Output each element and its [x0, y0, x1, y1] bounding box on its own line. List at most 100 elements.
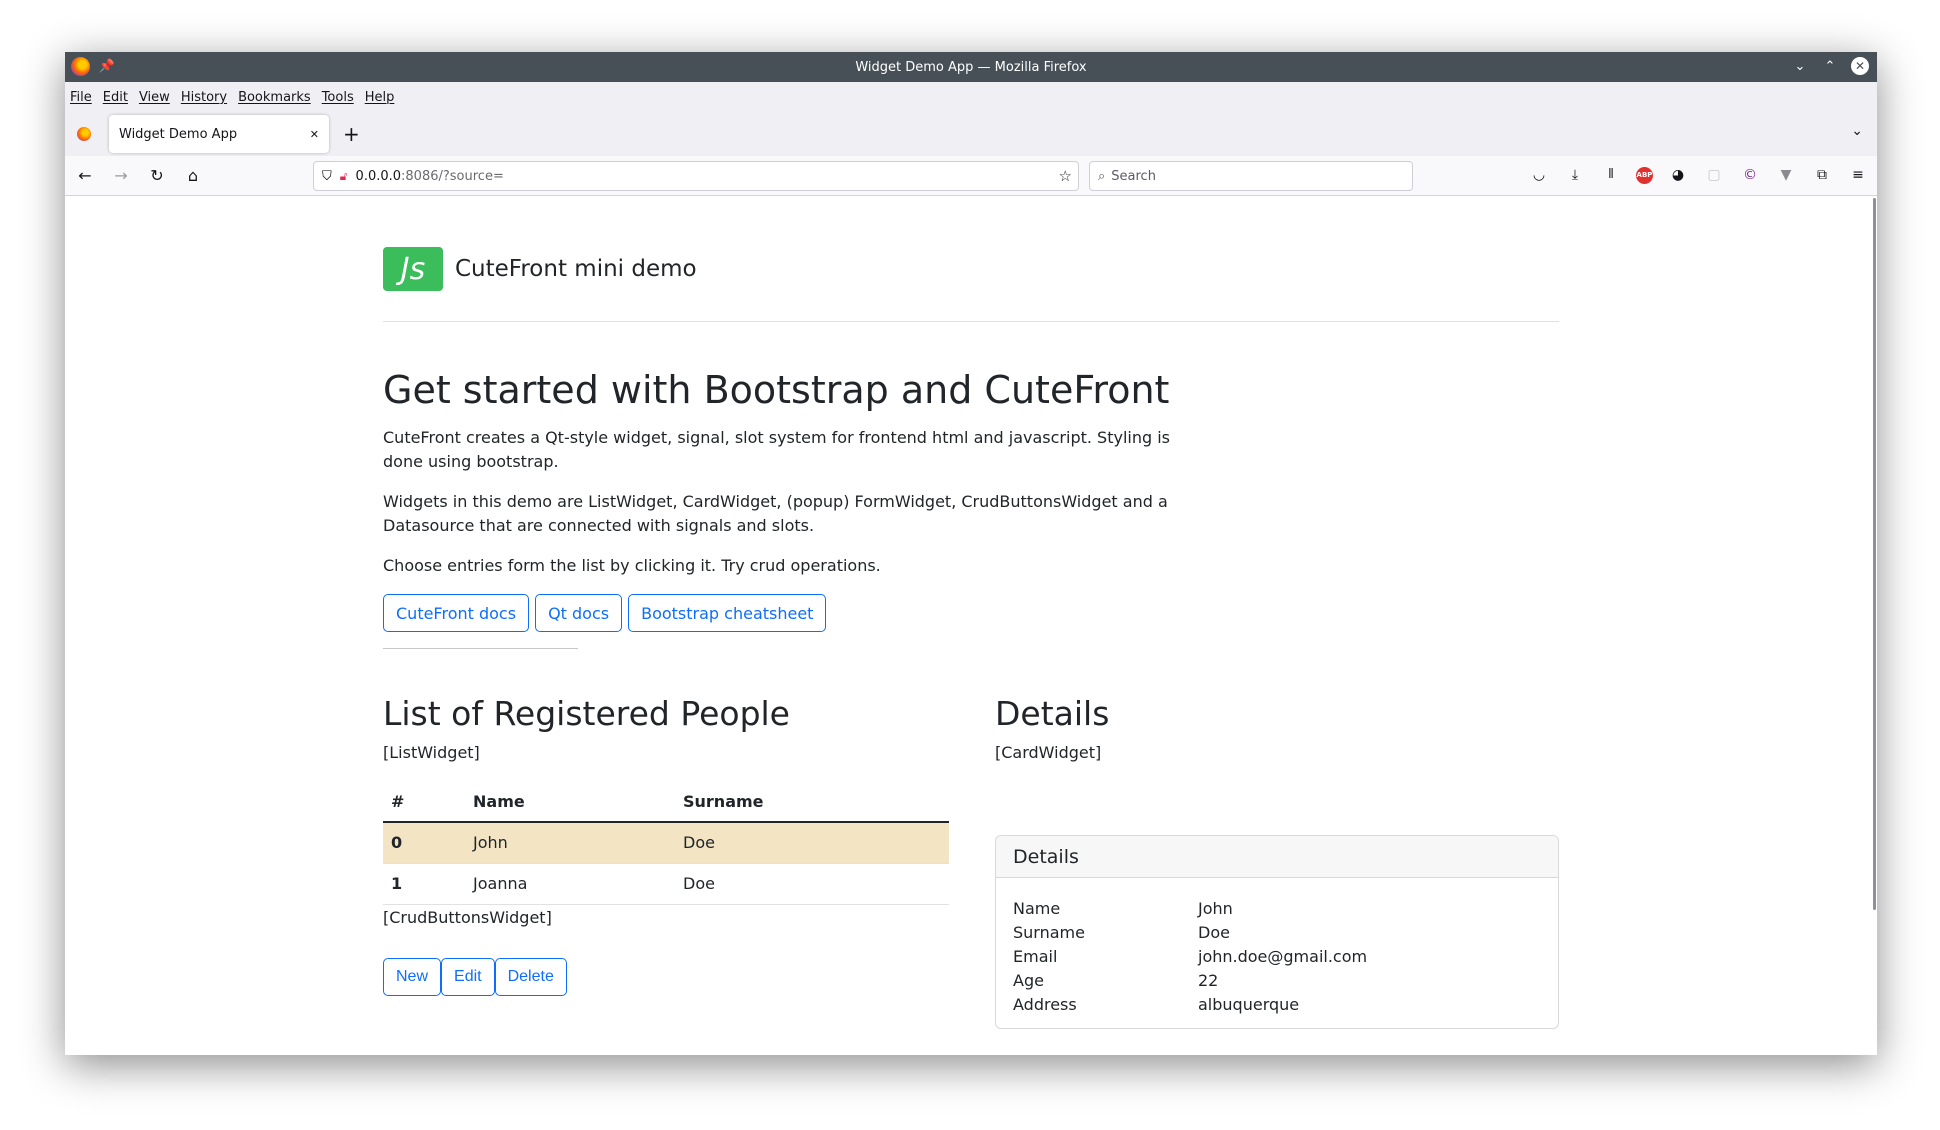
menu-help[interactable]: Help [365, 90, 395, 105]
extension-glasses-icon[interactable]: ◕ [1667, 164, 1689, 186]
intro-paragraph-3: Choose entries form the list by clicking… [383, 556, 881, 575]
crud-widget-tag: [CrudButtonsWidget] [383, 908, 552, 927]
browser-window: 📌 Widget Demo App — Mozilla Firefox ⌄ ⌃ … [65, 52, 1877, 1055]
navbar: ← → ↻ ⌂ ⛉ 🔓︎ 0.0.0.0:8086/?source= ☆ ⌕ S… [65, 156, 1877, 196]
page-heading: Get started with Bootstrap and CuteFront [383, 368, 1170, 412]
search-placeholder: Search [1111, 168, 1156, 184]
menubar: File Edit View History Bookmarks Tools H… [65, 82, 1877, 112]
maximize-icon[interactable]: ⌃ [1821, 57, 1839, 75]
tab-title: Widget Demo App [119, 126, 238, 142]
menu-bookmarks[interactable]: Bookmarks [238, 90, 311, 105]
table-row[interactable]: 0 John Doe [383, 822, 949, 864]
list-widget-tag: [ListWidget] [383, 743, 480, 762]
new-button[interactable]: New [383, 958, 442, 996]
table-header-row: # Name Surname [383, 782, 949, 823]
row-surname: Doe [675, 863, 949, 905]
menu-view[interactable]: View [139, 90, 170, 105]
brand-title: CuteFront mini demo [455, 256, 697, 282]
page-content: Js CuteFront mini demo Get started with … [65, 196, 1877, 1055]
row-num: 1 [383, 863, 465, 905]
menu-history[interactable]: History [181, 90, 227, 105]
brand[interactable]: Js CuteFront mini demo [383, 247, 697, 291]
row-num: 0 [383, 822, 465, 864]
extension-copyright-icon[interactable]: © [1739, 164, 1761, 186]
pocket-icon[interactable]: ◡ [1528, 164, 1550, 186]
tab-close-icon[interactable]: ✕ [310, 128, 319, 141]
url-path: :8086/?source= [401, 168, 504, 184]
adblock-icon[interactable]: ABP [1636, 166, 1653, 184]
list-heading: List of Registered People [383, 694, 790, 733]
window-title: Widget Demo App — Mozilla Firefox [855, 59, 1087, 75]
crud-buttons: New Edit Delete [383, 958, 567, 996]
firefox-logo-icon [71, 57, 90, 76]
details-heading: Details [995, 694, 1110, 733]
detail-row-email: Email john.doe@gmail.com [1013, 945, 1541, 969]
close-window-icon[interactable]: ✕ [1851, 57, 1869, 75]
detail-key: Age [1013, 971, 1044, 990]
detail-value: 22 [1198, 971, 1219, 990]
card-header: Details [996, 836, 1558, 878]
toolbar-icons: ◡ ⤓ 𝍪 ABP ◕ ▢ © ▼ ⧉ ≡ [1528, 164, 1869, 186]
table-row[interactable]: 1 Joanna Doe [383, 863, 949, 905]
extensions-puzzle-icon[interactable]: ⧉ [1811, 164, 1833, 186]
minimize-icon[interactable]: ⌄ [1791, 57, 1809, 75]
detail-key: Address [1013, 995, 1077, 1014]
detail-value: Doe [1198, 923, 1230, 942]
app-menu-icon[interactable]: ≡ [1847, 164, 1869, 186]
column-header-surname: Surname [675, 782, 949, 823]
window-titlebar: 📌 Widget Demo App — Mozilla Firefox ⌄ ⌃ … [65, 52, 1877, 82]
card-body: Name John Surname Doe Email john.doe@gma… [996, 878, 1558, 1028]
docs-links: CuteFront docs Qt docs Bootstrap cheatsh… [383, 594, 827, 632]
shield-icon[interactable]: ⛉ [322, 169, 332, 184]
detail-value: john.doe@gmail.com [1198, 947, 1368, 966]
row-name: John [465, 822, 675, 864]
menu-edit[interactable]: Edit [103, 90, 128, 105]
detail-row-surname: Surname Doe [1013, 921, 1541, 945]
home-icon[interactable]: ⌂ [175, 166, 211, 185]
tab-widget-demo-app[interactable]: Widget Demo App ✕ [109, 115, 329, 153]
column-header-name: Name [465, 782, 675, 823]
list-all-tabs-icon[interactable]: ⌄ [1851, 123, 1863, 139]
back-icon[interactable]: ← [67, 166, 103, 185]
search-icon: ⌕ [1098, 168, 1106, 184]
row-surname: Doe [675, 822, 949, 864]
column-header-num: # [383, 782, 465, 823]
search-input[interactable]: ⌕ Search [1089, 161, 1413, 191]
cutefront-docs-button[interactable]: CuteFront docs [383, 594, 530, 632]
detail-key: Surname [1013, 923, 1085, 942]
detail-row-name: Name John [1013, 897, 1541, 921]
download-icon[interactable]: ⤓ [1564, 164, 1586, 186]
detail-key: Name [1013, 899, 1061, 918]
edit-button[interactable]: Edit [441, 958, 495, 996]
tabbar: Widget Demo App ✕ + ⌄ [65, 112, 1877, 156]
row-name: Joanna [465, 863, 675, 905]
detail-value: John [1198, 899, 1233, 918]
detail-row-age: Age 22 [1013, 969, 1541, 993]
bootstrap-cheatsheet-button[interactable]: Bootstrap cheatsheet [628, 594, 827, 632]
firefox-view-icon[interactable] [77, 127, 91, 141]
detail-row-address: Address albuquerque [1013, 993, 1541, 1017]
details-card: Details Name John Surname Doe Email john… [995, 835, 1559, 1029]
menu-file[interactable]: File [70, 90, 92, 105]
qt-docs-button[interactable]: Qt docs [535, 594, 623, 632]
reload-icon[interactable]: ↻ [139, 166, 175, 185]
extension-v-icon[interactable]: ▼ [1775, 164, 1797, 186]
url-host: 0.0.0.0 [355, 168, 402, 184]
header-divider [383, 321, 1559, 322]
intro-paragraph-2: Widgets in this demo are ListWidget, Car… [383, 492, 1168, 535]
scrollbar[interactable] [1873, 198, 1876, 910]
new-tab-icon[interactable]: + [343, 122, 360, 146]
card-widget-tag: [CardWidget] [995, 743, 1102, 762]
delete-button[interactable]: Delete [494, 958, 567, 996]
menu-tools[interactable]: Tools [322, 90, 354, 105]
people-table: # Name Surname 0 John Doe 1 Joanna Doe [383, 782, 949, 905]
url-bar[interactable]: ⛉ 🔓︎ 0.0.0.0:8086/?source= ☆ [313, 161, 1079, 191]
extension-blank-icon[interactable]: ▢ [1703, 164, 1725, 186]
insecure-lock-icon[interactable]: 🔓︎ [340, 169, 348, 184]
library-icon[interactable]: 𝍪 [1600, 164, 1622, 186]
section-divider [383, 648, 578, 649]
bookmark-star-icon[interactable]: ☆ [1059, 167, 1072, 185]
js-logo-icon: Js [383, 247, 443, 291]
pin-icon[interactable]: 📌 [98, 58, 116, 76]
forward-icon[interactable]: → [103, 166, 139, 185]
